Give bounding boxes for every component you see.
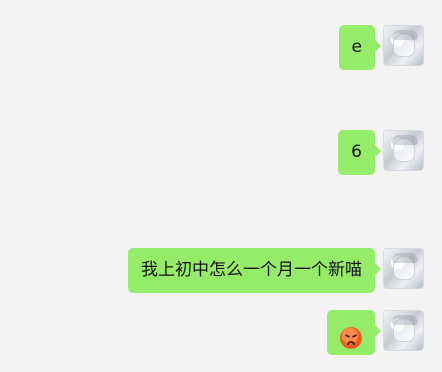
- emoji-mouth: [347, 340, 355, 345]
- message-row: 我上初中怎么一个月一个新喵: [128, 248, 424, 293]
- message-bubble-wrap: 6: [338, 130, 381, 175]
- bubble-tail: [375, 325, 381, 337]
- bubble-tail: [375, 40, 381, 52]
- message-row: 6: [338, 130, 424, 175]
- bubble-tail: [375, 263, 381, 275]
- message-bubble[interactable]: 6: [338, 130, 375, 175]
- message-row: e: [338, 25, 424, 70]
- message-bubble-wrap: [327, 310, 381, 355]
- avatar[interactable]: [383, 130, 424, 171]
- avatar[interactable]: [383, 25, 424, 66]
- message-bubble[interactable]: 我上初中怎么一个月一个新喵: [128, 248, 375, 293]
- angry-face-icon: [340, 326, 362, 349]
- bubble-tail: [375, 145, 381, 157]
- avatar[interactable]: [383, 248, 424, 289]
- message-bubble[interactable]: [327, 310, 375, 355]
- avatar[interactable]: [383, 310, 424, 351]
- chat-window: e 6 我上初中怎么一个月一个新喵: [0, 0, 442, 372]
- message-bubble[interactable]: e: [338, 25, 375, 70]
- message-bubble-wrap: 我上初中怎么一个月一个新喵: [128, 248, 381, 293]
- message-row: [327, 310, 424, 355]
- message-bubble-wrap: e: [338, 25, 381, 70]
